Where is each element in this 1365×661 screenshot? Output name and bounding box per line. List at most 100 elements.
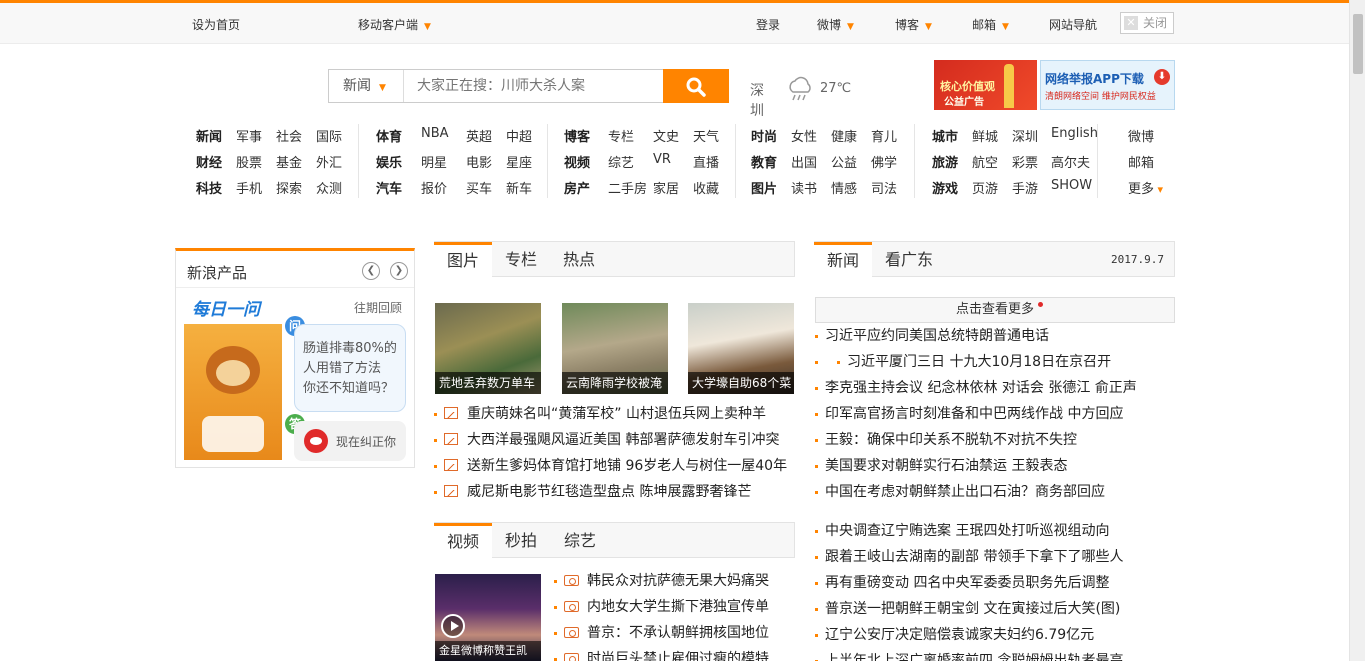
nav-link[interactable]: 出国 — [791, 152, 817, 171]
mobile-client-link[interactable]: 移动客户端 ▼ — [358, 16, 431, 33]
nav-link[interactable]: NBA — [421, 126, 449, 141]
nav-link[interactable]: 星座 — [506, 152, 532, 171]
monkey-illustration[interactable] — [184, 324, 282, 460]
nav-link[interactable]: 手机 — [236, 178, 262, 197]
past-issues-link[interactable]: 往期回顾 — [354, 299, 402, 316]
nav-link[interactable]: 手游 — [1012, 178, 1038, 197]
nav-link[interactable]: 体育 — [376, 126, 402, 145]
photo-thumbnail[interactable]: 云南降雨学校被淹 — [562, 303, 668, 394]
scrollbar[interactable] — [1349, 0, 1365, 661]
nav-link[interactable]: 社会 — [276, 126, 302, 145]
nav-link[interactable]: 天气 — [693, 126, 719, 145]
nav-link[interactable]: 时尚 — [751, 126, 777, 145]
nav-link[interactable]: 彩票 — [1012, 152, 1038, 171]
chevron-down-icon: ▼ — [925, 22, 932, 32]
nav-link[interactable]: 文史 — [653, 126, 679, 145]
nav-link[interactable]: 中超 — [506, 126, 532, 145]
scrollbar-thumb[interactable] — [1353, 14, 1363, 74]
nav-link[interactable]: 专栏 — [608, 126, 634, 145]
photo-thumbnail[interactable]: 大学壕自助68个菜 — [688, 303, 794, 394]
nav-link[interactable]: 高尔夫 — [1051, 152, 1090, 171]
tab-news[interactable]: 新闻 — [814, 242, 872, 278]
question-bubble[interactable]: 肠道排毒80%的 人用错了方法 你还不知道吗？ — [294, 324, 406, 412]
nav-link[interactable]: 佛学 — [871, 152, 897, 171]
nav-link[interactable]: 博客 — [564, 126, 590, 145]
nav-link[interactable]: 明星 — [421, 152, 447, 171]
nav-link[interactable]: 游戏 — [932, 178, 958, 197]
nav-link[interactable]: 外汇 — [316, 152, 342, 171]
daily-ask-logo[interactable]: 每日一问 — [192, 295, 260, 320]
nav-link[interactable]: 军事 — [236, 126, 262, 145]
nav-link[interactable]: 买车 — [466, 178, 492, 197]
nav-link[interactable]: 航空 — [972, 152, 998, 171]
nav-link[interactable]: 司法 — [871, 178, 897, 197]
tab-columns[interactable]: 专栏 — [495, 242, 547, 277]
answer-button[interactable]: 现在纠正你 — [294, 421, 406, 461]
nav-link[interactable]: 旅游 — [932, 152, 958, 171]
nav-link[interactable]: 英超 — [466, 126, 492, 145]
next-arrow-icon[interactable]: ❯ — [390, 262, 408, 280]
login-link[interactable]: 登录 — [756, 16, 780, 33]
nav-link[interactable]: 微博 — [1128, 126, 1154, 145]
tab-guangdong[interactable]: 看广东 — [877, 242, 941, 277]
search-button[interactable] — [663, 69, 729, 103]
nav-link[interactable]: 城市 — [932, 126, 958, 145]
nav-link[interactable]: 众测 — [316, 178, 342, 197]
nav-link[interactable]: 二手房 — [608, 178, 647, 197]
close-button[interactable]: ✕ 关闭 — [1120, 12, 1174, 34]
nav-link[interactable]: 房产 — [564, 178, 590, 197]
nav-link[interactable]: 科技 — [196, 178, 222, 197]
photo-thumbnail[interactable]: 荒地丢弃数万单车 — [435, 303, 541, 394]
nav-link[interactable]: 国际 — [316, 126, 342, 145]
nav-link[interactable]: 页游 — [972, 178, 998, 197]
nav-link[interactable]: 新车 — [506, 178, 532, 197]
nav-link[interactable]: 教育 — [751, 152, 777, 171]
nav-link[interactable]: 视频 — [564, 152, 590, 171]
play-icon[interactable] — [441, 614, 465, 638]
nav-link[interactable]: English — [1051, 126, 1098, 141]
nav-link[interactable]: 探索 — [276, 178, 302, 197]
video-thumbnail[interactable]: 金星微博称赞王凯 — [435, 574, 541, 661]
nav-link[interactable]: VR — [653, 152, 671, 167]
nav-link[interactable]: 读书 — [791, 178, 817, 197]
tab-variety[interactable]: 综艺 — [551, 523, 609, 558]
nav-link[interactable]: 女性 — [791, 126, 817, 145]
set-home-link[interactable]: 设为首页 — [192, 16, 240, 33]
nav-link[interactable]: 基金 — [276, 152, 302, 171]
nav-more-link[interactable]: 更多 ▾ — [1128, 178, 1163, 197]
tab-hot[interactable]: 热点 — [551, 242, 607, 277]
ad-report-app[interactable]: 网络举报APP下载 ⬇ 清朗网络空间 维护网民权益 — [1040, 60, 1175, 110]
nav-link[interactable]: 公益 — [831, 152, 857, 171]
nav-link[interactable]: 鲜城 — [972, 126, 998, 145]
nav-link[interactable]: 图片 — [751, 178, 777, 197]
tab-pictures[interactable]: 图片 — [434, 242, 492, 278]
nav-link[interactable]: 新闻 — [196, 126, 222, 145]
weibo-menu[interactable]: 微博 ▼ — [817, 16, 854, 33]
nav-link[interactable]: 家居 — [653, 178, 679, 197]
nav-link[interactable]: 娱乐 — [376, 152, 402, 171]
nav-link[interactable]: 深圳 — [1012, 126, 1038, 145]
tab-miaopai[interactable]: 秒拍 — [495, 523, 547, 558]
nav-link[interactable]: 电影 — [466, 152, 492, 171]
check-more-button[interactable]: 点击查看更多 — [815, 297, 1175, 323]
site-nav-link[interactable]: 网站导航 — [1049, 16, 1097, 33]
nav-link[interactable]: 汽车 — [376, 178, 402, 197]
nav-link[interactable]: SHOW — [1051, 178, 1092, 193]
tab-video[interactable]: 视频 — [434, 523, 492, 559]
nav-link[interactable]: 财经 — [196, 152, 222, 171]
nav-link[interactable]: 报价 — [421, 178, 447, 197]
ad-core-values[interactable]: 核心价值观 公益广告 — [934, 60, 1037, 110]
mail-menu[interactable]: 邮箱 ▼ — [972, 16, 1009, 33]
prev-arrow-icon[interactable]: ❮ — [362, 262, 380, 280]
nav-link[interactable]: 健康 — [831, 126, 857, 145]
nav-link[interactable]: 情感 — [831, 178, 857, 197]
nav-link[interactable]: 直播 — [693, 152, 719, 171]
search-category-select[interactable]: 新闻 ▼ — [329, 70, 404, 102]
blog-menu[interactable]: 博客 ▼ — [895, 16, 932, 33]
nav-link[interactable]: 收藏 — [693, 178, 719, 197]
nav-link[interactable]: 邮箱 — [1128, 152, 1154, 171]
nav-link[interactable]: 综艺 — [608, 152, 634, 171]
nav-link[interactable]: 股票 — [236, 152, 262, 171]
nav-link[interactable]: 育儿 — [871, 126, 897, 145]
search-input[interactable] — [405, 70, 663, 102]
